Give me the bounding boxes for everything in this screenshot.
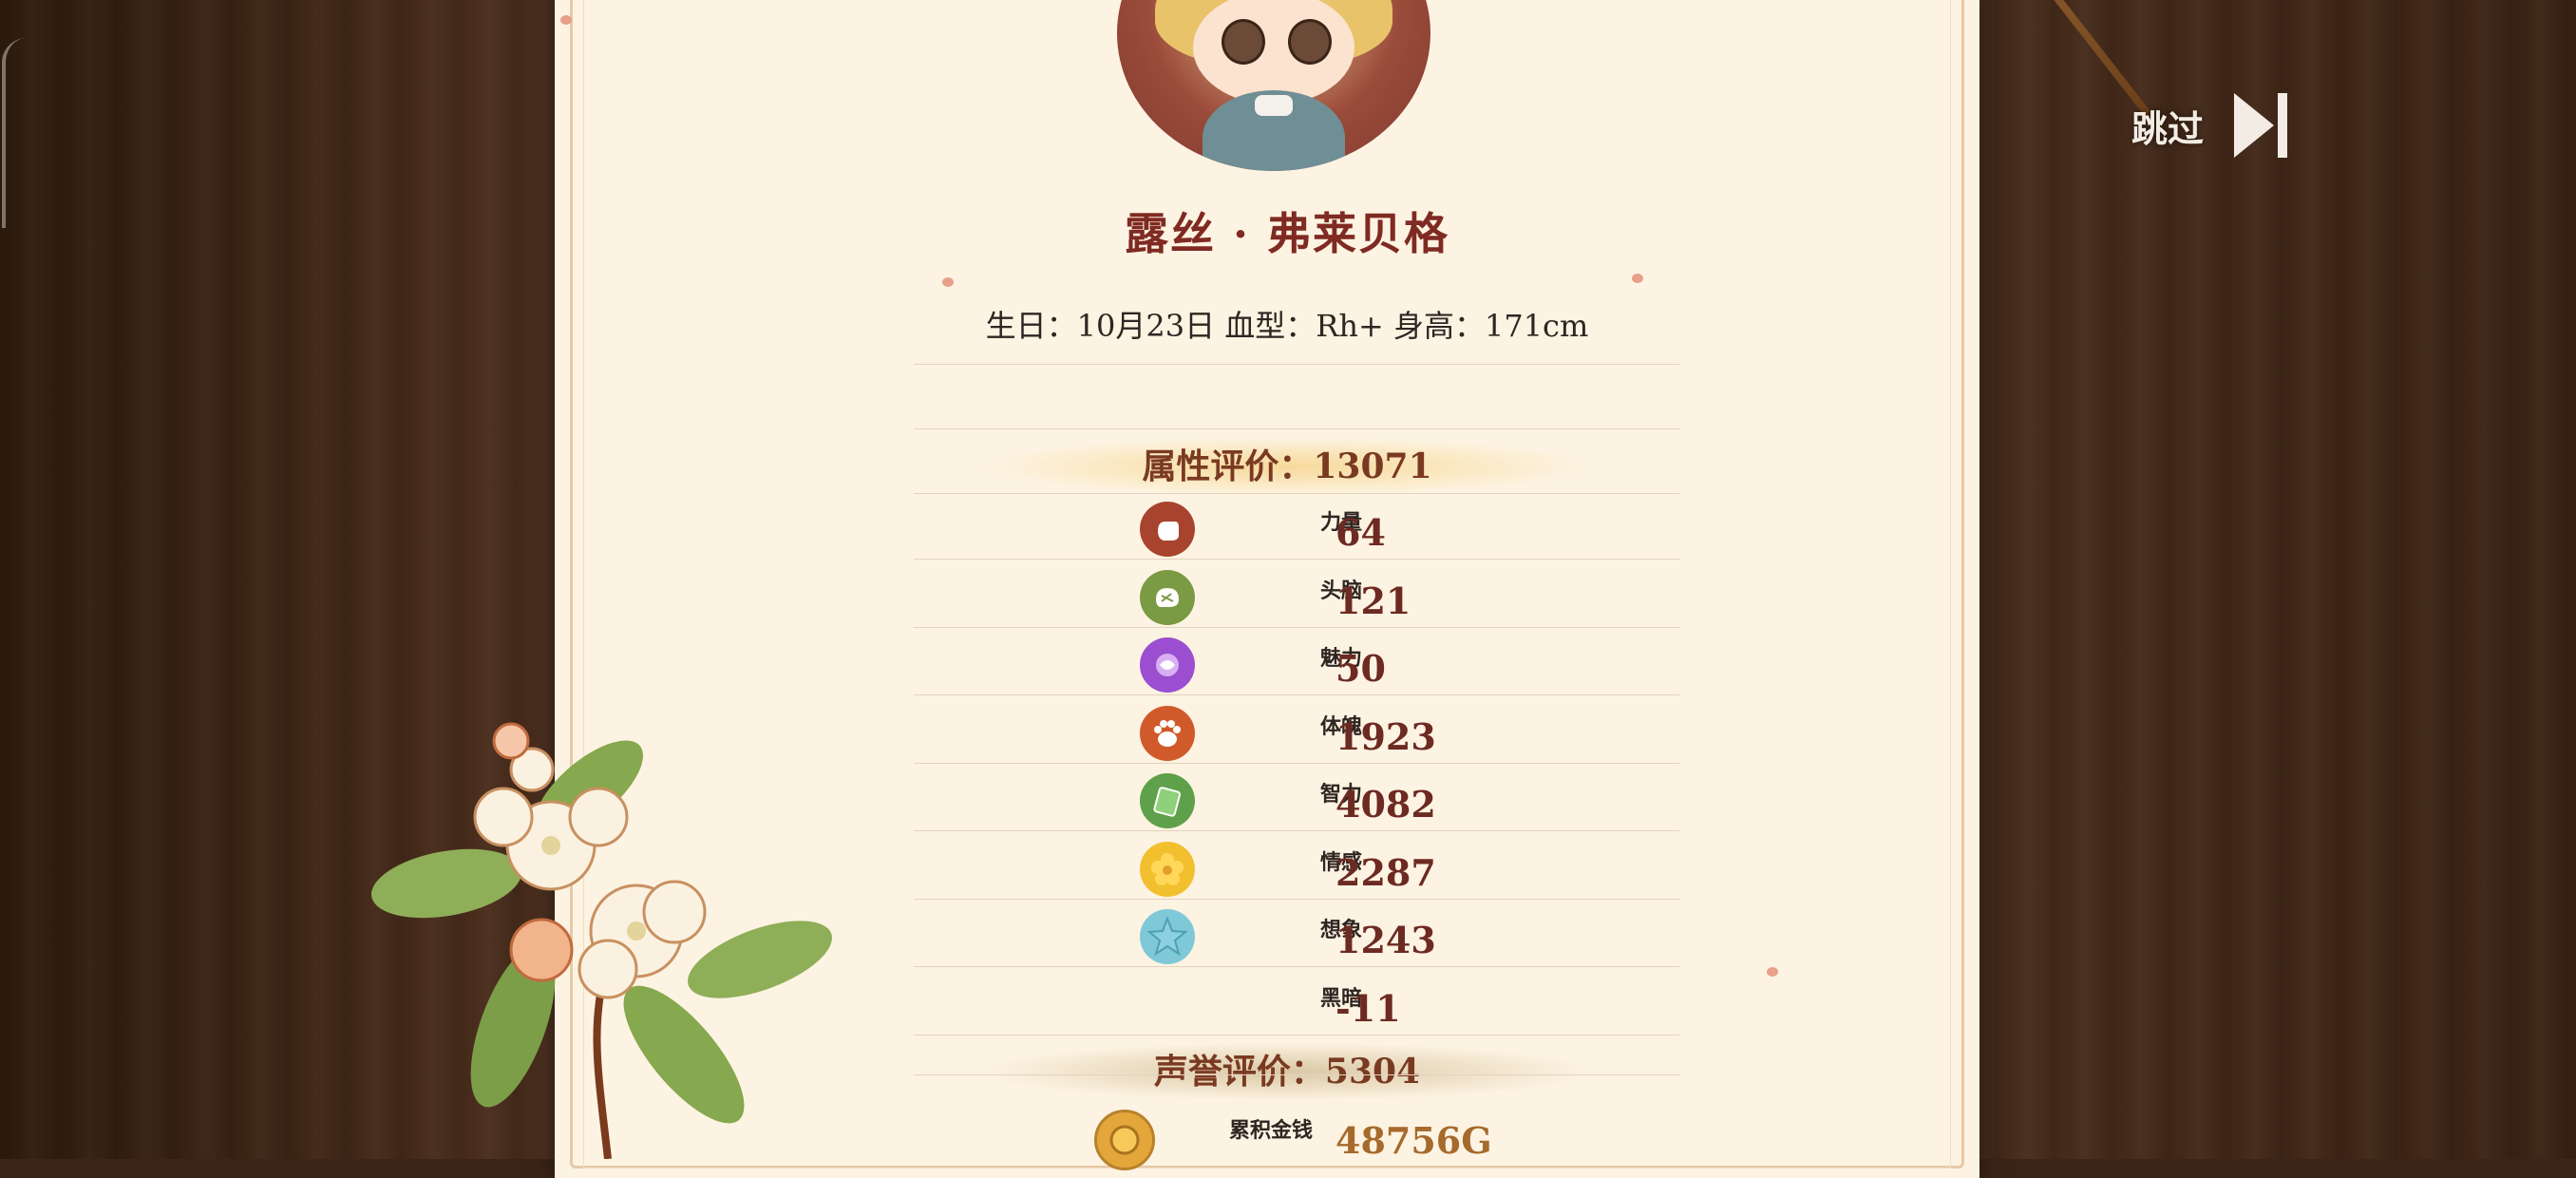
skip-button[interactable]: 跳过	[2131, 87, 2293, 163]
brain-icon	[1140, 569, 1195, 625]
character-info-line: 生日：10月23日 血型：Rh+ 身高：171cm	[985, 308, 1589, 344]
divider	[914, 1034, 1679, 1036]
stat-value: 1243	[1335, 919, 1436, 961]
fame-rating-banner: 声誉评价：5304	[988, 1043, 1586, 1100]
falling-petal	[1632, 274, 1643, 283]
divider	[914, 830, 1679, 831]
stat-value: 2287	[1335, 850, 1436, 894]
avatar-face	[1193, 0, 1354, 104]
falling-petal	[942, 277, 954, 287]
money-value: 48756G	[1335, 1119, 1492, 1162]
avatar-eye	[1222, 19, 1265, 65]
avatar-bow	[1255, 95, 1293, 116]
divider	[914, 1074, 1679, 1075]
apple-blossom-decoration	[370, 722, 832, 1159]
flower-icon	[1140, 841, 1195, 897]
divider	[914, 626, 1679, 628]
avatar-eye	[1288, 19, 1332, 65]
divider	[914, 428, 1679, 429]
skip-label: 跳过	[2131, 107, 2205, 150]
character-name: 露丝 · 弗莱贝格	[1124, 208, 1450, 259]
money-row: 累积金钱 48756G	[914, 1110, 1679, 1176]
divider	[914, 694, 1679, 695]
coin-icon	[1094, 1110, 1155, 1170]
stat-value: 50	[1335, 647, 1386, 690]
stat-value: 121	[1335, 579, 1411, 622]
falling-petal	[1767, 967, 1778, 977]
star-icon	[1140, 909, 1195, 964]
skip-forward-icon	[2230, 87, 2293, 163]
wall-hook-decoration	[2, 38, 27, 228]
divider	[914, 762, 1679, 764]
divider	[914, 559, 1679, 560]
attribute-rating-banner: 属性评价：13071	[988, 438, 1586, 495]
book-icon	[1140, 773, 1195, 828]
falling-petal	[560, 15, 572, 25]
money-label: 累积金钱	[1228, 1118, 1313, 1143]
stat-value: 4082	[1335, 783, 1436, 826]
divider	[914, 966, 1679, 967]
stat-value: 64	[1335, 511, 1386, 554]
paw-icon	[1140, 705, 1195, 761]
fist-icon	[1140, 502, 1195, 557]
stat-value: -11	[1335, 986, 1401, 1030]
stat-value: 1923	[1335, 714, 1436, 758]
divider	[914, 493, 1679, 494]
rose-icon	[1140, 637, 1195, 693]
divider	[914, 898, 1679, 900]
divider	[914, 364, 1679, 365]
